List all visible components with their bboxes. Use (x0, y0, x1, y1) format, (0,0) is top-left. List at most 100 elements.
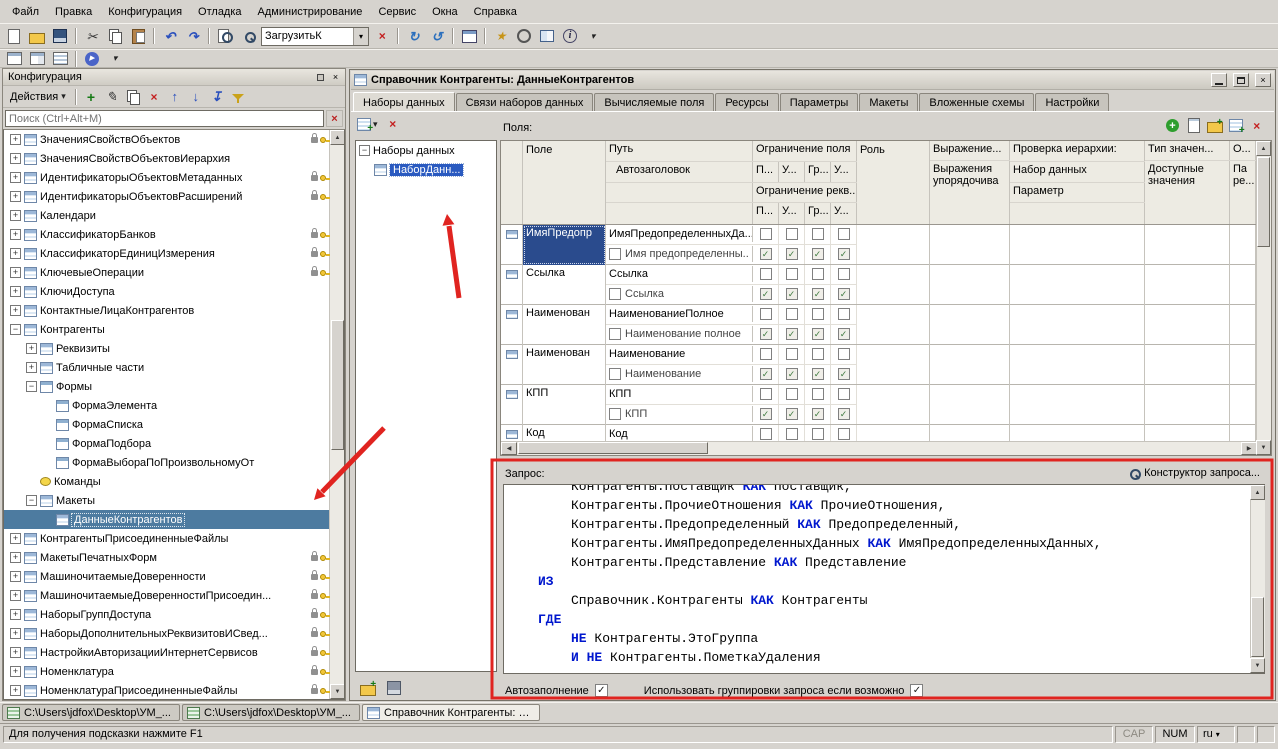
autocomplete-checkbox[interactable]: ✓ (595, 684, 608, 697)
tree-scrollbar[interactable]: ▲ ▼ (329, 130, 344, 699)
row-handle[interactable] (501, 265, 523, 305)
row-handle[interactable] (501, 425, 523, 441)
field-limit-checkbox[interactable] (760, 348, 772, 360)
add-table-icon[interactable] (1226, 116, 1245, 135)
funnel-button[interactable] (228, 88, 248, 106)
paste-button[interactable] (127, 26, 149, 46)
pin-icon[interactable] (313, 71, 328, 84)
field-limit-checkbox[interactable] (760, 428, 772, 440)
role-cell[interactable] (857, 225, 930, 265)
search-input[interactable] (5, 110, 324, 127)
tab-7[interactable]: Настройки (1035, 93, 1109, 111)
tree-item-26[interactable]: +НаборыДополнительныхРеквизитовИСвед... (4, 624, 329, 643)
menu-item-0[interactable]: Файл (4, 2, 47, 22)
tab-1[interactable]: Связи наборов данных (456, 93, 594, 111)
tree-item-1[interactable]: +ЗначенияСвойствОбъектовИерархия (4, 149, 329, 168)
collapse-icon[interactable]: − (26, 381, 37, 392)
field-limit-checkbox[interactable] (838, 428, 850, 440)
autotitle-checkbox[interactable] (609, 328, 621, 340)
attr-limit-checkbox[interactable]: ✓ (786, 408, 798, 420)
delete-field-icon[interactable]: × (1247, 116, 1266, 135)
field-cell[interactable]: Код (523, 425, 606, 441)
scroll-thumb[interactable] (1251, 597, 1264, 657)
del-button[interactable]: × (144, 88, 164, 106)
attr-limit-checkbox[interactable]: ✓ (760, 248, 772, 260)
redo-button[interactable] (182, 26, 204, 46)
field-cell[interactable]: ИмяПредопр (523, 225, 606, 265)
info-button[interactable] (559, 26, 581, 46)
attr-limit-checkbox[interactable]: ✓ (812, 328, 824, 340)
expand-icon[interactable]: + (10, 571, 21, 582)
winnew-button[interactable] (3, 49, 25, 69)
copy-button[interactable] (123, 88, 143, 106)
expand-icon[interactable]: + (10, 229, 21, 240)
field-limit-checkbox[interactable] (838, 228, 850, 240)
attr-limit-checkbox[interactable]: ✓ (786, 328, 798, 340)
book-button[interactable] (536, 26, 558, 46)
down-button[interactable]: ↓ (186, 88, 206, 106)
scroll-down-icon[interactable]: ▼ (1256, 440, 1271, 455)
expand-icon[interactable]: + (10, 172, 21, 183)
path-cell[interactable]: ИмяПредопределенныхДа... (606, 226, 753, 242)
menu-item-3[interactable]: Отладка (190, 2, 249, 22)
tab-0[interactable]: Наборы данных (353, 92, 455, 111)
field-limit-checkbox[interactable] (760, 268, 772, 280)
attr-limit-checkbox[interactable]: ✓ (812, 368, 824, 380)
add-page-icon[interactable] (1184, 116, 1203, 135)
attr-limit-checkbox[interactable]: ✓ (760, 368, 772, 380)
attr-limit-checkbox[interactable]: ✓ (838, 328, 850, 340)
last-cell[interactable] (1230, 385, 1256, 425)
run-button[interactable] (81, 49, 103, 69)
expand-icon[interactable]: + (10, 267, 21, 278)
attr-limit-checkbox[interactable]: ✓ (760, 328, 772, 340)
timer-button[interactable] (513, 26, 535, 46)
tab-4[interactable]: Параметры (780, 93, 859, 111)
collapse-icon[interactable]: − (10, 324, 21, 335)
tree-item-13[interactable]: −Формы (4, 377, 329, 396)
restore-icon[interactable] (1233, 73, 1249, 87)
role-cell[interactable] (857, 265, 930, 305)
tree-item-4[interactable]: +Календари (4, 206, 329, 225)
attr-limit-checkbox[interactable]: ✓ (760, 288, 772, 300)
role-cell[interactable] (857, 425, 930, 441)
autotitle-checkbox[interactable] (609, 368, 621, 380)
tree-item-11[interactable]: +Реквизиты (4, 339, 329, 358)
path-cell[interactable]: КПП (606, 386, 753, 402)
tree-item-2[interactable]: +ИдентификаторыОбъектовМетаданных (4, 168, 329, 187)
attr-limit-checkbox[interactable]: ✓ (812, 408, 824, 420)
last-cell[interactable] (1230, 265, 1256, 305)
valuetype-cell[interactable] (1145, 385, 1230, 425)
valuetype-cell[interactable] (1145, 225, 1230, 265)
attr-limit-checkbox[interactable]: ✓ (786, 248, 798, 260)
fields-hscrollbar[interactable]: ◀ ▶ (501, 441, 1256, 455)
dataset-item[interactable]: НаборДанн... (356, 160, 496, 179)
save-set-button[interactable] (383, 678, 405, 698)
attr-limit-checkbox[interactable]: ✓ (838, 368, 850, 380)
expand-icon[interactable]: + (10, 590, 21, 601)
row-handle[interactable] (501, 345, 523, 385)
role-cell[interactable] (857, 305, 930, 345)
attr-limit-checkbox[interactable]: ✓ (838, 408, 850, 420)
open-button[interactable] (26, 26, 48, 46)
delete-dataset-button[interactable]: × (382, 114, 404, 134)
document-titlebar[interactable]: Справочник Контрагенты: ДанныеКонтрагент… (351, 71, 1274, 90)
row-handle[interactable] (501, 305, 523, 345)
menu-item-2[interactable]: Конфигурация (100, 2, 190, 22)
tree-item-17[interactable]: ФормаВыбораПоПроизвольномуОт (4, 453, 329, 472)
field-limit-checkbox[interactable] (812, 428, 824, 440)
valuetype-cell[interactable] (1145, 265, 1230, 305)
scroll-thumb[interactable] (1257, 157, 1270, 247)
last-cell[interactable] (1230, 305, 1256, 345)
table-row[interactable]: СсылкаСсылкаСсылка✓✓✓✓ (501, 265, 1256, 305)
query-editor[interactable]: Контрагенты.Поставщик КАК Поставщик,Конт… (503, 484, 1265, 674)
wingrid-button[interactable] (26, 49, 48, 69)
hierarchy-cell[interactable] (1010, 345, 1145, 385)
field-limit-checkbox[interactable] (786, 228, 798, 240)
close-window-icon[interactable]: × (1255, 73, 1271, 87)
language-indicator[interactable]: ru ▾ (1197, 726, 1235, 743)
findpage-button[interactable] (214, 26, 236, 46)
field-limit-checkbox[interactable] (812, 348, 824, 360)
table-row[interactable]: КППКППКПП✓✓✓✓ (501, 385, 1256, 425)
field-cell[interactable]: Наименован (523, 305, 606, 345)
table-row[interactable]: НаименованНаименованиеНаименование✓✓✓✓ (501, 345, 1256, 385)
